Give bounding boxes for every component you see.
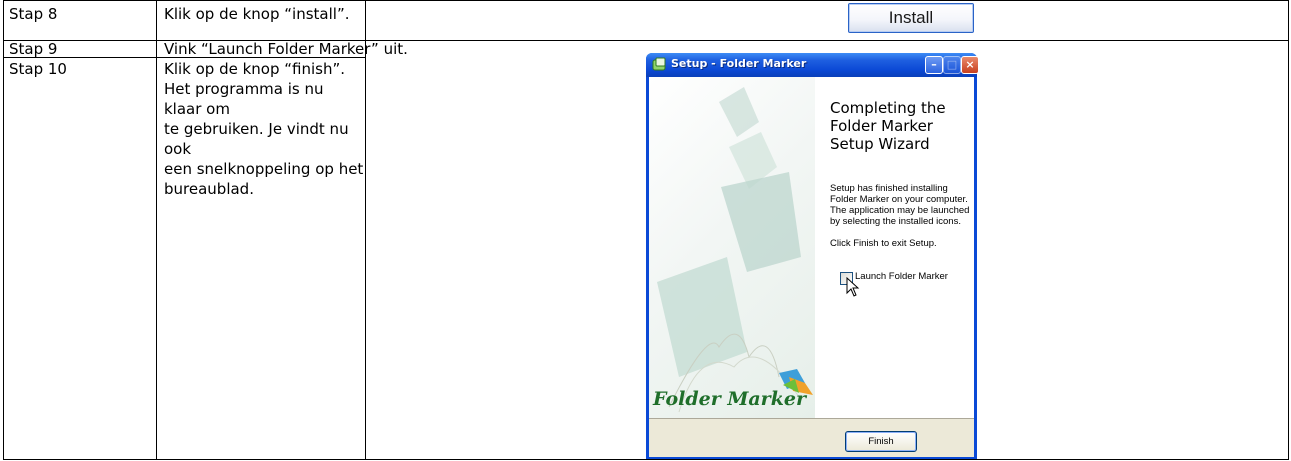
setup-app-icon: [652, 57, 666, 71]
wizard-client-area: Folder Marker Completing the Folder Mark…: [649, 77, 974, 457]
table-border-right: [1288, 0, 1289, 460]
window-titlebar[interactable]: Setup - Folder Marker – □ ×: [646, 53, 979, 77]
wizard-body-text: Setup has finished installing Folder Mar…: [830, 183, 970, 227]
mouse-pointer-icon: [846, 277, 860, 297]
minimize-button[interactable]: –: [925, 56, 943, 74]
step-10-line-4: een snelknoppeling op het: [164, 160, 364, 178]
step-10-line-5: bureaublad.: [164, 180, 254, 198]
table-border-bottom: [3, 459, 1289, 460]
step-10-instruction: Klik op de knop “finish”. Het programma …: [164, 59, 364, 199]
wizard-side-banner: Folder Marker: [649, 77, 815, 418]
launch-checkbox-label[interactable]: Launch Folder Marker: [855, 271, 948, 282]
step-8-label: Stap 8: [9, 5, 58, 23]
step-9-instruction: Vink “Launch Folder Marker” uit.: [164, 40, 408, 58]
step-10-line-3: te gebruiken. Je vindt nu ook: [164, 120, 349, 158]
table-border-left: [3, 0, 4, 460]
logo-pencil-icon: [779, 369, 813, 395]
wizard-exit-text: Click Finish to exit Setup.: [830, 238, 937, 249]
column-divider-2: [365, 0, 366, 460]
maximize-button[interactable]: □: [943, 56, 961, 74]
table-border-top: [3, 0, 1289, 1]
step-8-instruction: Klik op de knop “install”.: [164, 5, 350, 23]
column-divider-1: [156, 0, 157, 460]
wizard-button-bar: Finish: [649, 418, 974, 457]
step-9-label: Stap 9: [9, 40, 58, 58]
install-button[interactable]: Install: [848, 3, 974, 33]
wizard-heading: Completing the Folder Marker Setup Wizar…: [830, 99, 946, 153]
step-10-label: Stap 10: [9, 60, 67, 78]
step-10-line-1: Klik op de knop “finish”.: [164, 60, 346, 78]
finish-button[interactable]: Finish: [845, 431, 917, 452]
close-button[interactable]: ×: [961, 56, 979, 74]
step-10-line-2: Het programma is nu klaar om: [164, 80, 324, 118]
setup-window: Setup - Folder Marker – □ × Folder Marke…: [646, 53, 979, 459]
window-title: Setup - Folder Marker: [671, 57, 807, 70]
